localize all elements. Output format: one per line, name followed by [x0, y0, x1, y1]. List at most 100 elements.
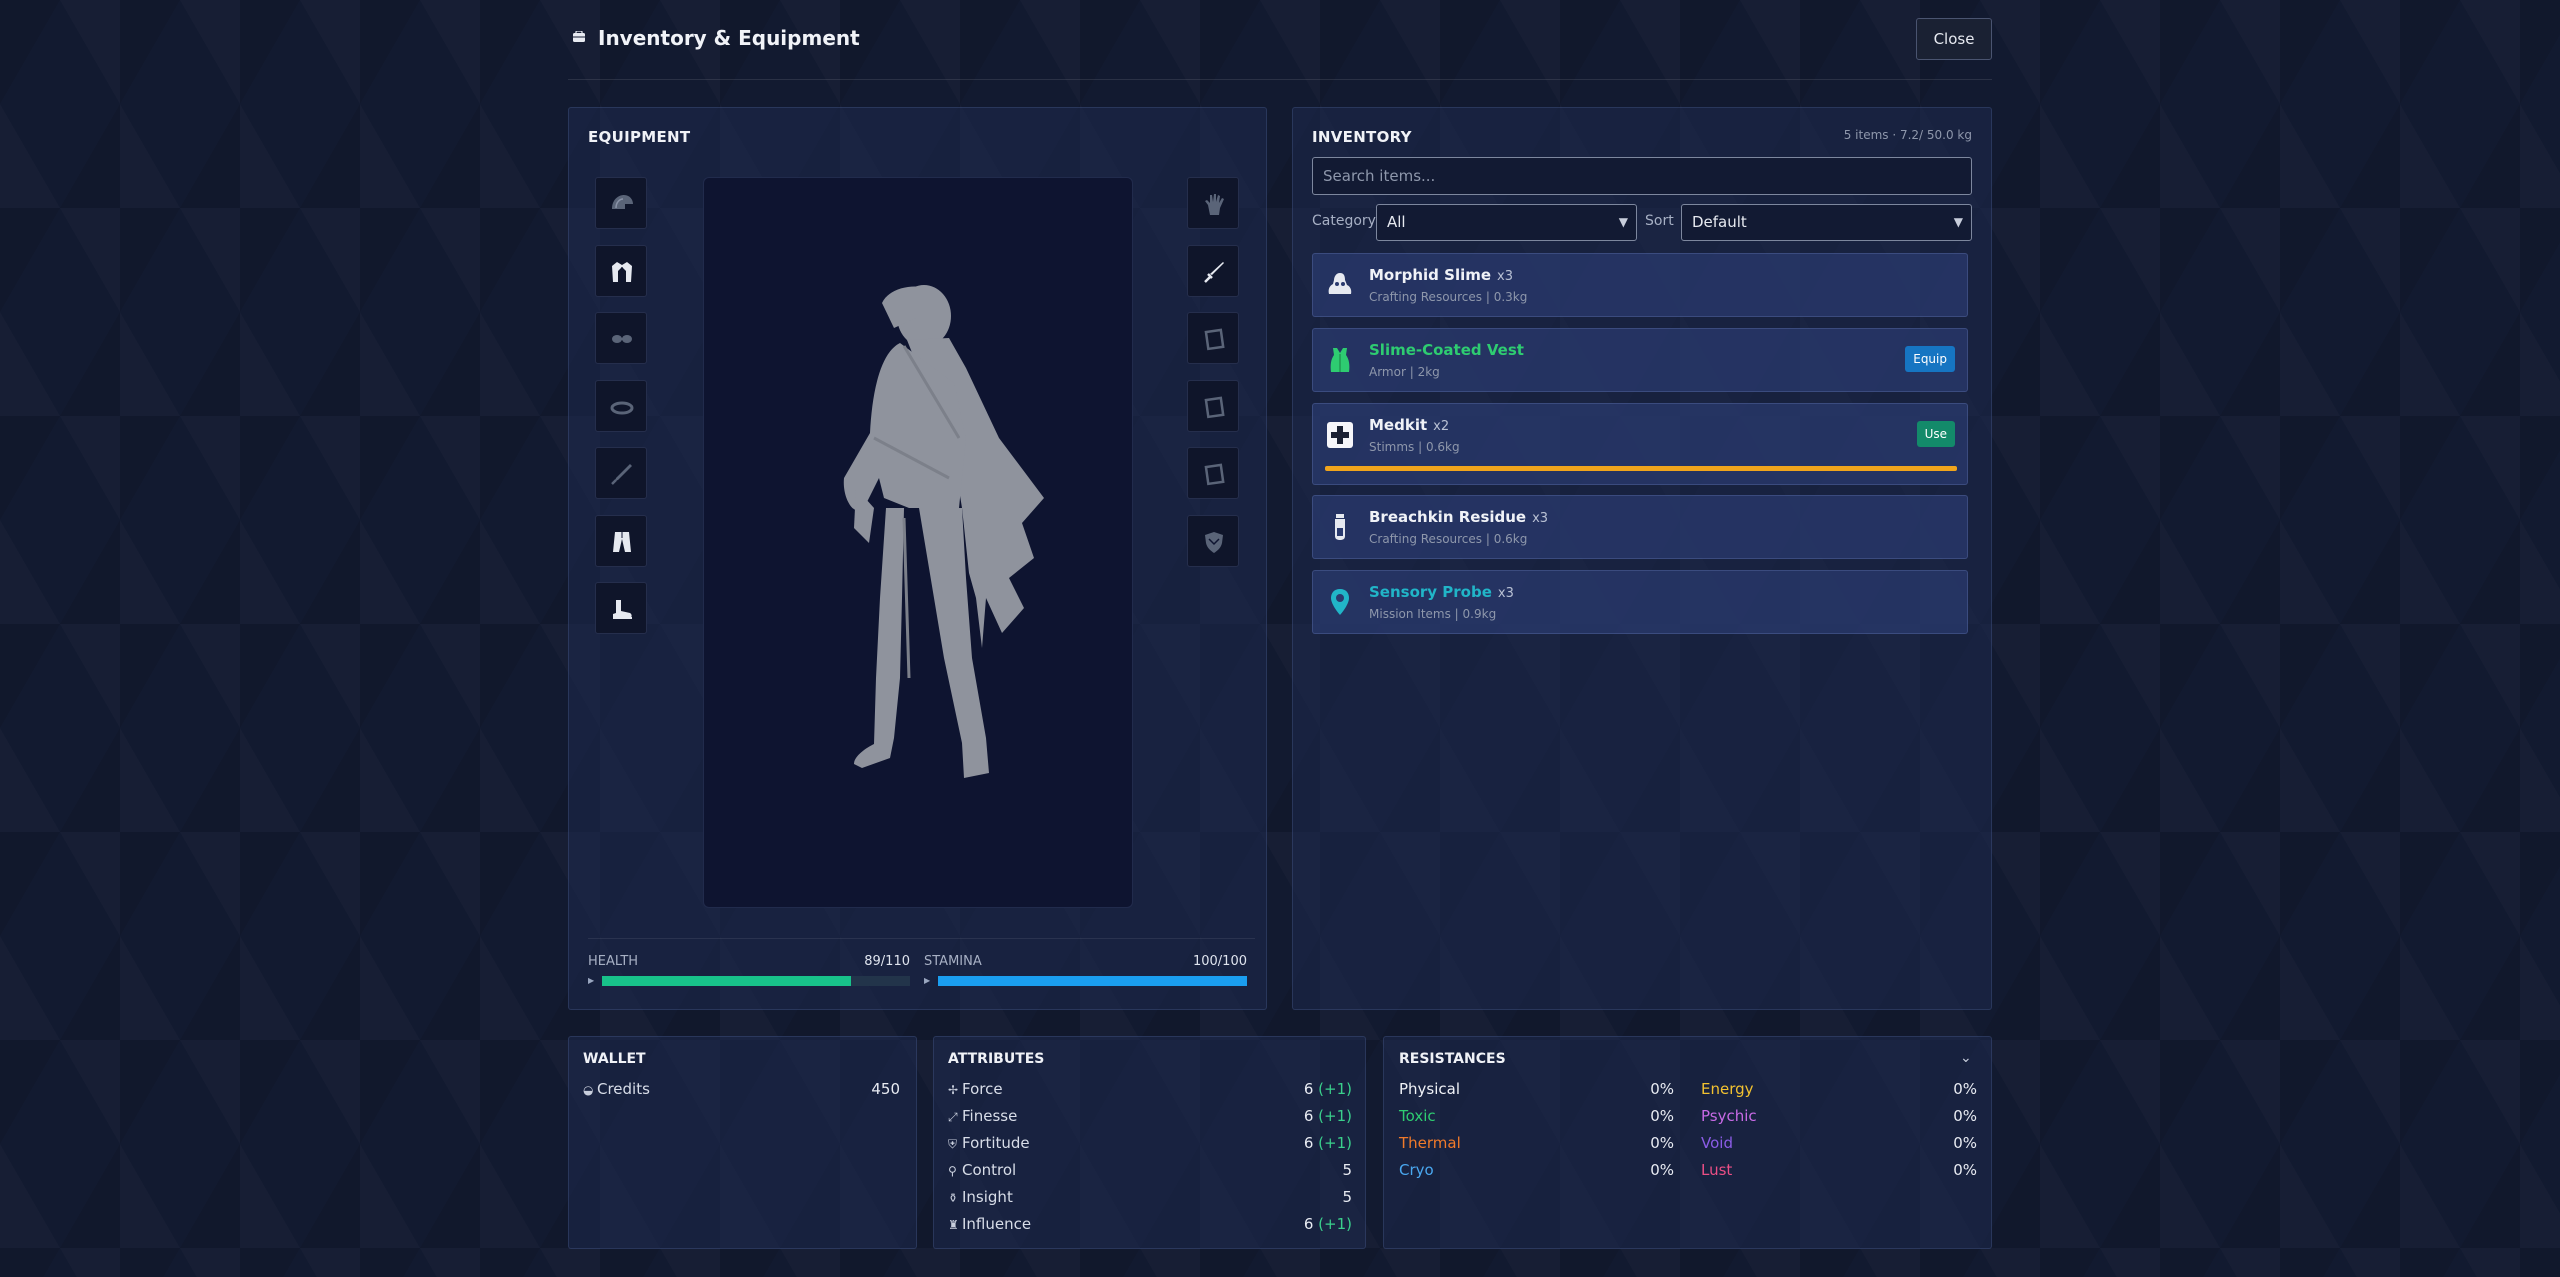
resistance-value: 0% [1650, 1134, 1674, 1152]
equip-button[interactable]: Equip [1905, 346, 1955, 372]
gloves-icon [1205, 194, 1224, 215]
attribute-number: 6 [1303, 1215, 1314, 1233]
item-qty: x2 [1433, 419, 1450, 434]
resistance-label: Lust [1701, 1161, 1733, 1179]
equipment-slot-legs[interactable] [595, 515, 647, 567]
attribute-icon: ⚲ [948, 1164, 957, 1178]
attribute-icon: ⤢ [948, 1110, 958, 1124]
equipment-slot-weapon-left[interactable] [595, 447, 647, 499]
item-name: Breachkin Residue [1369, 508, 1527, 526]
category-select[interactable]: All ▼ [1376, 204, 1637, 241]
credits-value: 450 [871, 1080, 900, 1098]
resistance-value: 0% [1953, 1161, 1977, 1179]
resistance-label: Cryo [1399, 1161, 1434, 1179]
attribute-label: ♜ Influence [948, 1215, 1031, 1233]
attribute-number: 5 [1342, 1161, 1352, 1179]
item-qty: x3 [1532, 511, 1549, 526]
attribute-label: ⛨ Fortitude [948, 1134, 1030, 1152]
attribute-value: 6 (+1) [1200, 1215, 1352, 1233]
slime-icon [1328, 273, 1352, 294]
item-category: Stimms [1369, 440, 1415, 454]
list-item[interactable]: Breachkin Residue x3 Crafting Resources |… [1312, 495, 1968, 559]
attribute-value: 5 [1200, 1188, 1352, 1206]
equipment-slot-ring[interactable] [595, 380, 647, 432]
wallet-title: WALLET [583, 1051, 646, 1067]
category-value: All [1387, 213, 1406, 231]
boots-icon [613, 600, 632, 619]
item-weight: 2kg [1417, 365, 1440, 379]
attribute-label: ⚲ Control [948, 1161, 1016, 1179]
cooldown-bar [1325, 466, 1957, 471]
character-preview [703, 177, 1133, 908]
window-header: Inventory & Equipment Close [568, 0, 1992, 80]
equipment-slot-accessory-1[interactable] [1187, 312, 1239, 364]
search-input[interactable] [1312, 157, 1972, 195]
item-qty: x3 [1497, 586, 1514, 601]
equipment-slot-eyes[interactable] [595, 312, 647, 364]
medkit-icon [1327, 422, 1353, 448]
equipment-slot-accessory-2[interactable] [1187, 380, 1239, 432]
item-name: Morphid Slime [1369, 266, 1492, 284]
health-bar-fill [602, 976, 852, 986]
health-label: HEALTH [588, 954, 639, 969]
attribute-value: 6 (+1) [1200, 1134, 1352, 1152]
list-item[interactable]: Sensory Probe x3 Mission Items | 0.9kg [1312, 570, 1968, 634]
page-title: Inventory & Equipment [598, 26, 860, 50]
attribute-bonus: (+1) [1313, 1134, 1352, 1152]
item-weight: 0.9kg [1462, 607, 1497, 621]
stamina-bar-fill [938, 976, 1247, 986]
attribute-value: 6 (+1) [1200, 1107, 1352, 1125]
inventory-title: INVENTORY [1312, 128, 1412, 146]
attribute-bonus: (+1) [1313, 1215, 1352, 1233]
coins-icon: ◒ [583, 1083, 594, 1097]
resistances-title: RESISTANCES [1399, 1051, 1506, 1067]
empty-slot-icon [1204, 328, 1225, 351]
close-button[interactable]: Close [1916, 18, 1992, 60]
item-qty: x3 [1497, 269, 1514, 284]
item-weight: 0.6kg [1425, 440, 1460, 454]
sort-select[interactable]: Default ▼ [1681, 204, 1972, 241]
equipment-slot-hands[interactable] [1187, 177, 1239, 229]
chevron-down-icon[interactable]: ⌄ [1960, 1050, 1972, 1066]
category-label: Category [1312, 213, 1376, 229]
equipment-title: EQUIPMENT [588, 128, 691, 146]
attribute-name: Fortitude [962, 1134, 1030, 1152]
equipment-slot-offhand[interactable] [1187, 515, 1239, 567]
item-category: Crafting Resources [1369, 532, 1483, 546]
stamina-bar [938, 976, 1247, 986]
backpack-icon [573, 31, 585, 42]
character-silhouette [843, 285, 1044, 778]
use-button[interactable]: Use [1916, 421, 1955, 447]
attribute-number: 6 [1303, 1134, 1314, 1152]
attribute-bonus: (+1) [1313, 1080, 1352, 1098]
attribute-name: Insight [962, 1188, 1013, 1206]
equipment-slot-accessory-3[interactable] [1187, 447, 1239, 499]
helmet-icon [612, 195, 633, 209]
attribute-name: Control [962, 1161, 1017, 1179]
attribute-label: ⤢ Finesse [948, 1107, 1017, 1125]
attribute-number: 6 [1303, 1107, 1314, 1125]
resistance-label: Thermal [1399, 1134, 1461, 1152]
item-category: Crafting Resources [1369, 290, 1483, 304]
item-category: Mission Items [1369, 607, 1451, 621]
chevron-down-icon: ▼ [1953, 215, 1963, 229]
list-item[interactable]: Slime-Coated Vest Armor | 2kg Equip [1312, 328, 1968, 392]
chevron-down-icon: ▼ [1618, 215, 1628, 229]
equipment-slot-head[interactable] [595, 177, 647, 229]
sort-label: Sort [1645, 213, 1674, 229]
health-value: 89/110 [864, 954, 910, 969]
attribute-value: 6 (+1) [1200, 1080, 1352, 1098]
inventory-summary: 5 items · 7.2/ 50.0 kg [1843, 128, 1972, 142]
equipment-slot-weapon-right[interactable] [1187, 245, 1239, 297]
equipment-slot-body[interactable] [595, 245, 647, 297]
resistance-value: 0% [1953, 1080, 1977, 1098]
resistance-value: 0% [1953, 1107, 1977, 1125]
goggles-icon [612, 335, 632, 343]
list-item[interactable]: Morphid Slime x3 Crafting Resources | 0.3… [1312, 253, 1968, 317]
list-item[interactable]: Medkit x2 Stimms | 0.6kg Use [1312, 403, 1968, 485]
attribute-label: ✢ Force [948, 1080, 1003, 1098]
knife-icon [611, 464, 632, 485]
item-name: Medkit [1369, 416, 1428, 434]
equipment-slot-feet[interactable] [595, 582, 647, 634]
sword-icon [1204, 262, 1224, 283]
